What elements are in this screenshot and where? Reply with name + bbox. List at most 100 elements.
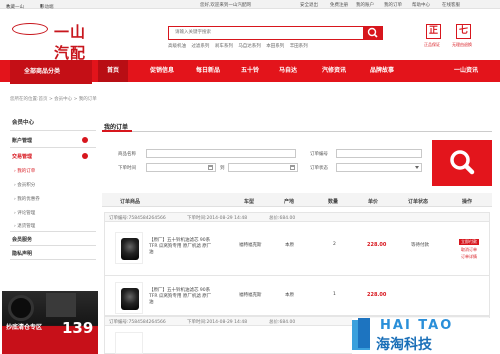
- unit-price: 228.00: [367, 292, 387, 298]
- start-date-field[interactable]: [146, 163, 216, 172]
- status-label: 订单状态: [310, 166, 328, 171]
- nav-repair-news[interactable]: 汽修资讯: [312, 60, 356, 82]
- haitao-watermark: HAI TAO 海淘科技: [352, 318, 500, 354]
- table-header: [102, 193, 492, 207]
- order-no-field[interactable]: [336, 149, 422, 158]
- mobile-label: 移动端: [40, 5, 54, 10]
- order-time: 下单时间:2014-08-29 14:48: [187, 320, 248, 325]
- order-detail-link[interactable]: 订单详情: [461, 254, 477, 260]
- watermark-cn: 海淘科技: [376, 337, 432, 353]
- th-origin: 产地: [284, 199, 295, 205]
- sidebar-sub-label: 退货管理: [17, 224, 36, 229]
- status-select[interactable]: [336, 163, 422, 172]
- search-input[interactable]: [169, 27, 363, 39]
- hot-word[interactable]: 刹车系列: [215, 44, 233, 49]
- to-label: 到: [220, 166, 225, 171]
- logo-emblem: [12, 23, 48, 35]
- order-number: 订单编号:7584584264566: [109, 320, 166, 325]
- sidebar-sub-coupons[interactable]: › 我的优惠券: [14, 196, 40, 202]
- product-name-field[interactable]: [146, 149, 296, 158]
- nav-new[interactable]: 每日新品: [186, 60, 230, 82]
- origin: 本原: [285, 293, 294, 298]
- sidebar-sub-points[interactable]: › 会员积分: [14, 182, 35, 188]
- divider: [10, 130, 96, 131]
- sidebar-sub-reviews[interactable]: › 评论管理: [14, 210, 35, 216]
- nav-brand-story[interactable]: 品牌故事: [360, 60, 404, 82]
- search-box: [168, 26, 383, 40]
- sidebar-sub-label: 我的订单: [17, 169, 36, 174]
- order-number: 订单编号:7584584264566: [109, 216, 166, 221]
- cancel-order-link[interactable]: 取消订单: [461, 247, 477, 253]
- collapse-icon[interactable]: [82, 137, 88, 143]
- nav-isuzu[interactable]: 五十铃: [232, 60, 268, 82]
- ad-number: 139: [62, 319, 94, 337]
- order-total: 总价:684.00: [269, 216, 296, 221]
- help-center-link[interactable]: 帮助中心: [412, 2, 430, 8]
- th-price: 单价: [368, 199, 379, 205]
- order-total: 总价:684.00: [269, 320, 296, 325]
- nav-mazda[interactable]: 马自达: [270, 60, 306, 82]
- table-row: 【原厂】五十铃机油滤芯 90系 TFR 瓜窝狗专用 原厂机滤 原厂油 福特福克斯…: [104, 222, 490, 276]
- sidebar-item-member-service[interactable]: 会员服务: [12, 236, 98, 243]
- hot-word[interactable]: 本田系列: [266, 44, 284, 49]
- return-badge: 七: [456, 24, 471, 39]
- all-categories-button[interactable]: 全部商品分类: [10, 60, 92, 84]
- site-logo[interactable]: 一山汽配: [10, 15, 98, 62]
- my-account-link[interactable]: 我的账户: [356, 2, 374, 8]
- ad-text: 抄底清仓专区: [6, 324, 43, 331]
- watermark-en: HAI TAO: [380, 318, 454, 333]
- clearance-ad-banner[interactable]: 抄底清仓专区 139: [2, 291, 98, 354]
- th-actions: 操作: [462, 199, 473, 205]
- register-link[interactable]: 免费注册: [330, 2, 348, 8]
- sidebar-sub-label: 我的优惠券: [17, 197, 40, 202]
- return-caption: 无理由退换: [452, 42, 472, 47]
- nav-promotions[interactable]: 促销信息: [140, 60, 184, 82]
- end-date-field[interactable]: [228, 163, 298, 172]
- divider: [10, 245, 96, 246]
- product-image[interactable]: [115, 332, 143, 354]
- origin: 本原: [285, 243, 294, 248]
- my-orders-link[interactable]: 我的订单: [384, 2, 402, 8]
- logo-text: 一山汽配: [54, 23, 87, 62]
- service-link[interactable]: 在线客服: [442, 2, 460, 8]
- nav-home[interactable]: 首页: [98, 60, 128, 82]
- calendar-icon[interactable]: [208, 165, 213, 170]
- chevron-down-icon: [415, 166, 419, 169]
- table-row: 【原厂】五十铃机油滤芯 90系 TFR 瓜窝狗专用 原厂机滤 原厂油 福特福克斯…: [104, 276, 490, 316]
- car-model: 福特福克斯: [239, 243, 262, 248]
- oil-filter-image: [121, 238, 139, 260]
- collapse-icon[interactable]: [82, 153, 88, 159]
- hot-word[interactable]: 过滤系列: [191, 44, 209, 49]
- sidebar-sub-label: 评论管理: [17, 211, 36, 216]
- calendar-icon[interactable]: [290, 165, 295, 170]
- genuine-caption: 正品保证: [424, 42, 440, 47]
- product-image[interactable]: [115, 232, 143, 264]
- oil-filter-image: [121, 288, 139, 310]
- pay-now-button[interactable]: 立即付款: [459, 239, 479, 245]
- product-title[interactable]: 【原厂】五十铃机油滤芯 90系 TFR 瓜窝狗专用 原厂机滤 原厂油: [149, 288, 215, 306]
- divider: [10, 147, 96, 148]
- quantity: 1: [333, 292, 336, 297]
- car-model: 福特福克斯: [239, 293, 262, 298]
- hot-word[interactable]: 高级机油: [168, 44, 186, 49]
- title-accent: [102, 130, 132, 132]
- search-icon: [450, 150, 475, 175]
- product-image[interactable]: [115, 282, 143, 314]
- sidebar-item-privacy[interactable]: 隐私声明: [12, 250, 98, 257]
- product-title[interactable]: 【原厂】五十铃机油滤芯 90系 TFR 瓜窝狗专用 原厂机滤 原厂油: [149, 238, 215, 256]
- order-info-bar: 订单编号:7584584264566 下单时间:2014-08-29 14:48…: [104, 212, 490, 222]
- sidebar-sub-my-orders[interactable]: › 我的订单: [14, 168, 35, 174]
- sidebar-sub-returns[interactable]: › 退货管理: [14, 223, 35, 229]
- hot-word[interactable]: 丰田系列: [290, 44, 308, 49]
- quantity: 2: [333, 242, 336, 247]
- breadcrumb: 您所在的位置:首页 > 会员中心 > 我的订单: [10, 97, 97, 102]
- watermark-logo-accent: [358, 318, 370, 348]
- unit-price: 228.00: [367, 242, 387, 248]
- hot-word[interactable]: 马自达系列: [238, 44, 261, 49]
- filter-search-button[interactable]: [432, 140, 492, 186]
- nav-yishan-news[interactable]: 一山资讯: [444, 60, 488, 82]
- top-utility-bar: ★ 收藏一山 ▮ 移动端 您好,欢迎来到一山汽配网 安全退出 免费注册 我的账户…: [0, 0, 500, 10]
- sidebar-header: 会员中心: [12, 120, 35, 126]
- safe-exit-link[interactable]: 安全退出: [300, 2, 318, 8]
- search-button[interactable]: [363, 26, 383, 40]
